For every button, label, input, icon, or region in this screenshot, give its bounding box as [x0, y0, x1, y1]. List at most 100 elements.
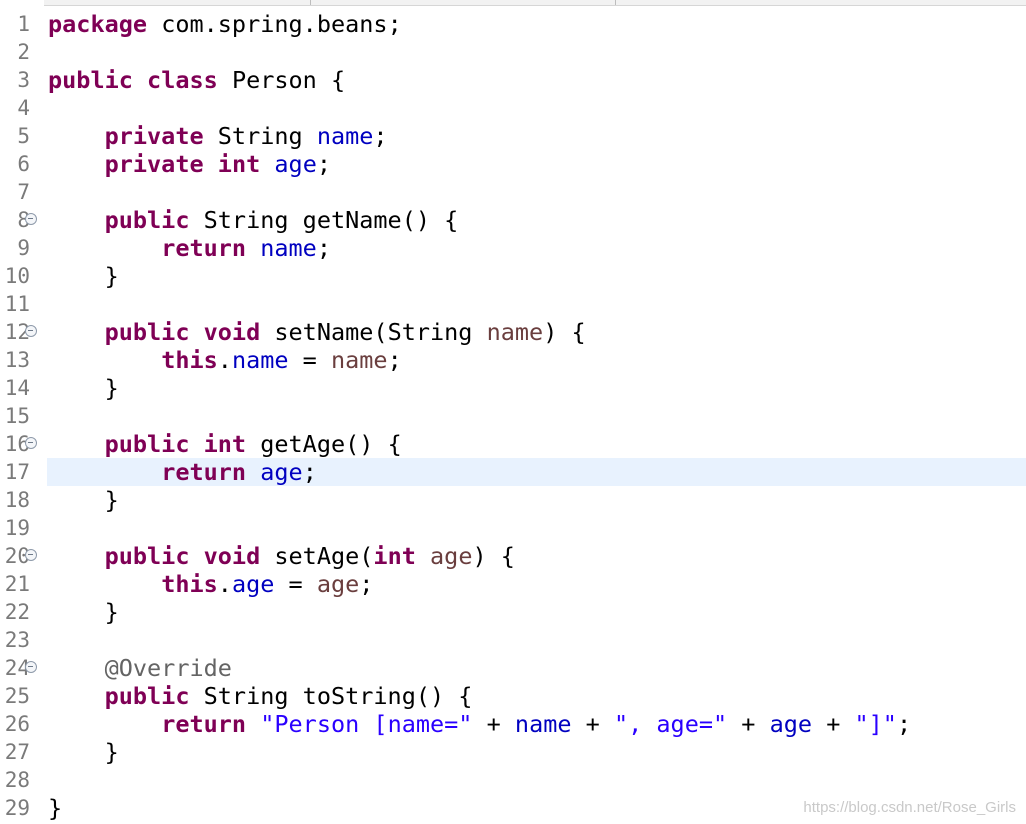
code-token: } [48, 794, 63, 822]
code-text: public void setAge(int age) { [48, 542, 515, 570]
code-token: name [231, 346, 289, 374]
code-line[interactable]: 28 [0, 766, 1026, 794]
line-number: 11 [4, 292, 30, 316]
code-token: ) { [472, 542, 515, 570]
line-number: 2 [17, 40, 30, 64]
line-number: 10 [4, 264, 30, 288]
code-editor[interactable]: 1 package com.spring.beans; 2 3 public class… [0, 0, 1026, 824]
code-line[interactable]: 21 this.age = age; [0, 570, 1026, 598]
code-token: name [316, 122, 374, 150]
code-token: String getName() { [189, 206, 459, 234]
code-token: int [203, 430, 247, 458]
code-line[interactable]: 14 } [0, 374, 1026, 402]
code-line[interactable]: 20 public void setAge(int age) { [0, 542, 1026, 570]
collapse-minus-circle-icon[interactable] [25, 325, 37, 337]
code-token: setAge( [260, 542, 374, 570]
code-text: } [48, 486, 119, 514]
code-token: ; [316, 150, 332, 178]
code-token: com.spring.beans; [147, 10, 402, 38]
line-number: 13 [4, 348, 30, 372]
code-line[interactable]: 25 public String toString() { [0, 682, 1026, 710]
code-line[interactable]: 6 private int age; [0, 150, 1026, 178]
code-line[interactable]: 27 } [0, 738, 1026, 766]
line-number: 3 [17, 68, 30, 92]
code-token: return [161, 458, 247, 486]
code-line[interactable]: 13 this.name = name; [0, 346, 1026, 374]
code-text: public class Person { [48, 66, 345, 94]
code-line[interactable]: 15 [0, 402, 1026, 430]
code-line[interactable]: 19 [0, 514, 1026, 542]
code-token: } [48, 738, 119, 766]
line-number: 23 [4, 628, 30, 652]
code-token: ; [359, 570, 374, 598]
code-line[interactable]: 24 @Override [0, 654, 1026, 682]
code-token: int [217, 150, 261, 178]
code-token: void [203, 318, 261, 346]
code-line[interactable]: 23 [0, 626, 1026, 654]
code-token: package [48, 10, 148, 38]
line-number: 25 [4, 684, 30, 708]
line-number: 14 [4, 376, 30, 400]
code-line[interactable]: 26 return "Person [name=" + name + ", ag… [0, 710, 1026, 738]
code-token: + [812, 710, 855, 738]
code-line[interactable]: 4 [0, 94, 1026, 122]
code-text: private int age; [48, 150, 331, 178]
code-token: "]" [854, 710, 897, 738]
code-line[interactable]: 10 } [0, 262, 1026, 290]
code-line[interactable]: 8 public String getName() { [0, 206, 1026, 234]
code-token: ; [373, 122, 388, 150]
collapse-minus-circle-icon[interactable] [25, 549, 37, 561]
code-text: } [48, 262, 119, 290]
code-token: public [104, 542, 190, 570]
code-token: return [161, 234, 247, 262]
code-text: public String toString() { [48, 682, 473, 710]
code-token: void [203, 542, 261, 570]
code-line[interactable]: 18 } [0, 486, 1026, 514]
line-number: 17 [4, 460, 30, 484]
code-line[interactable]: 5 private String name; [0, 122, 1026, 150]
code-line[interactable]: 11 [0, 290, 1026, 318]
code-token: return [161, 710, 247, 738]
line-number: 26 [4, 712, 30, 736]
code-text: return "Person [name=" + name + ", age="… [48, 710, 911, 738]
line-number: 21 [4, 572, 30, 596]
line-number: 18 [4, 488, 30, 512]
collapse-minus-circle-icon[interactable] [25, 437, 37, 449]
code-line[interactable]: 22 } [0, 598, 1026, 626]
code-token: ; [896, 710, 912, 738]
code-token: private [104, 150, 204, 178]
code-token: age [769, 710, 813, 738]
collapse-minus-circle-icon[interactable] [25, 213, 37, 225]
code-text: return age; [48, 458, 317, 486]
code-token: age [316, 570, 360, 598]
code-text: this.name = name; [48, 346, 402, 374]
code-line[interactable]: 3 public class Person { [0, 66, 1026, 94]
code-line[interactable]: 16 public int getAge() { [0, 430, 1026, 458]
code-line[interactable]: 1 package com.spring.beans; [0, 10, 1026, 38]
code-token: name [514, 710, 572, 738]
collapse-minus-circle-icon[interactable] [25, 661, 37, 673]
code-token: "Person [name=" [260, 710, 473, 738]
code-token: } [48, 486, 119, 514]
code-line[interactable]: 17 return age; [0, 458, 1026, 486]
line-number: 29 [4, 796, 30, 820]
code-line[interactable]: 7 [0, 178, 1026, 206]
code-text: @Override [48, 654, 232, 682]
code-token: + [472, 710, 515, 738]
code-token: age [231, 570, 275, 598]
code-line[interactable]: 2 [0, 38, 1026, 66]
code-line[interactable]: 9 return name; [0, 234, 1026, 262]
line-number: 6 [17, 152, 30, 176]
code-line[interactable]: 12 public void setName(String name) { [0, 318, 1026, 346]
code-token: ; [302, 458, 317, 486]
